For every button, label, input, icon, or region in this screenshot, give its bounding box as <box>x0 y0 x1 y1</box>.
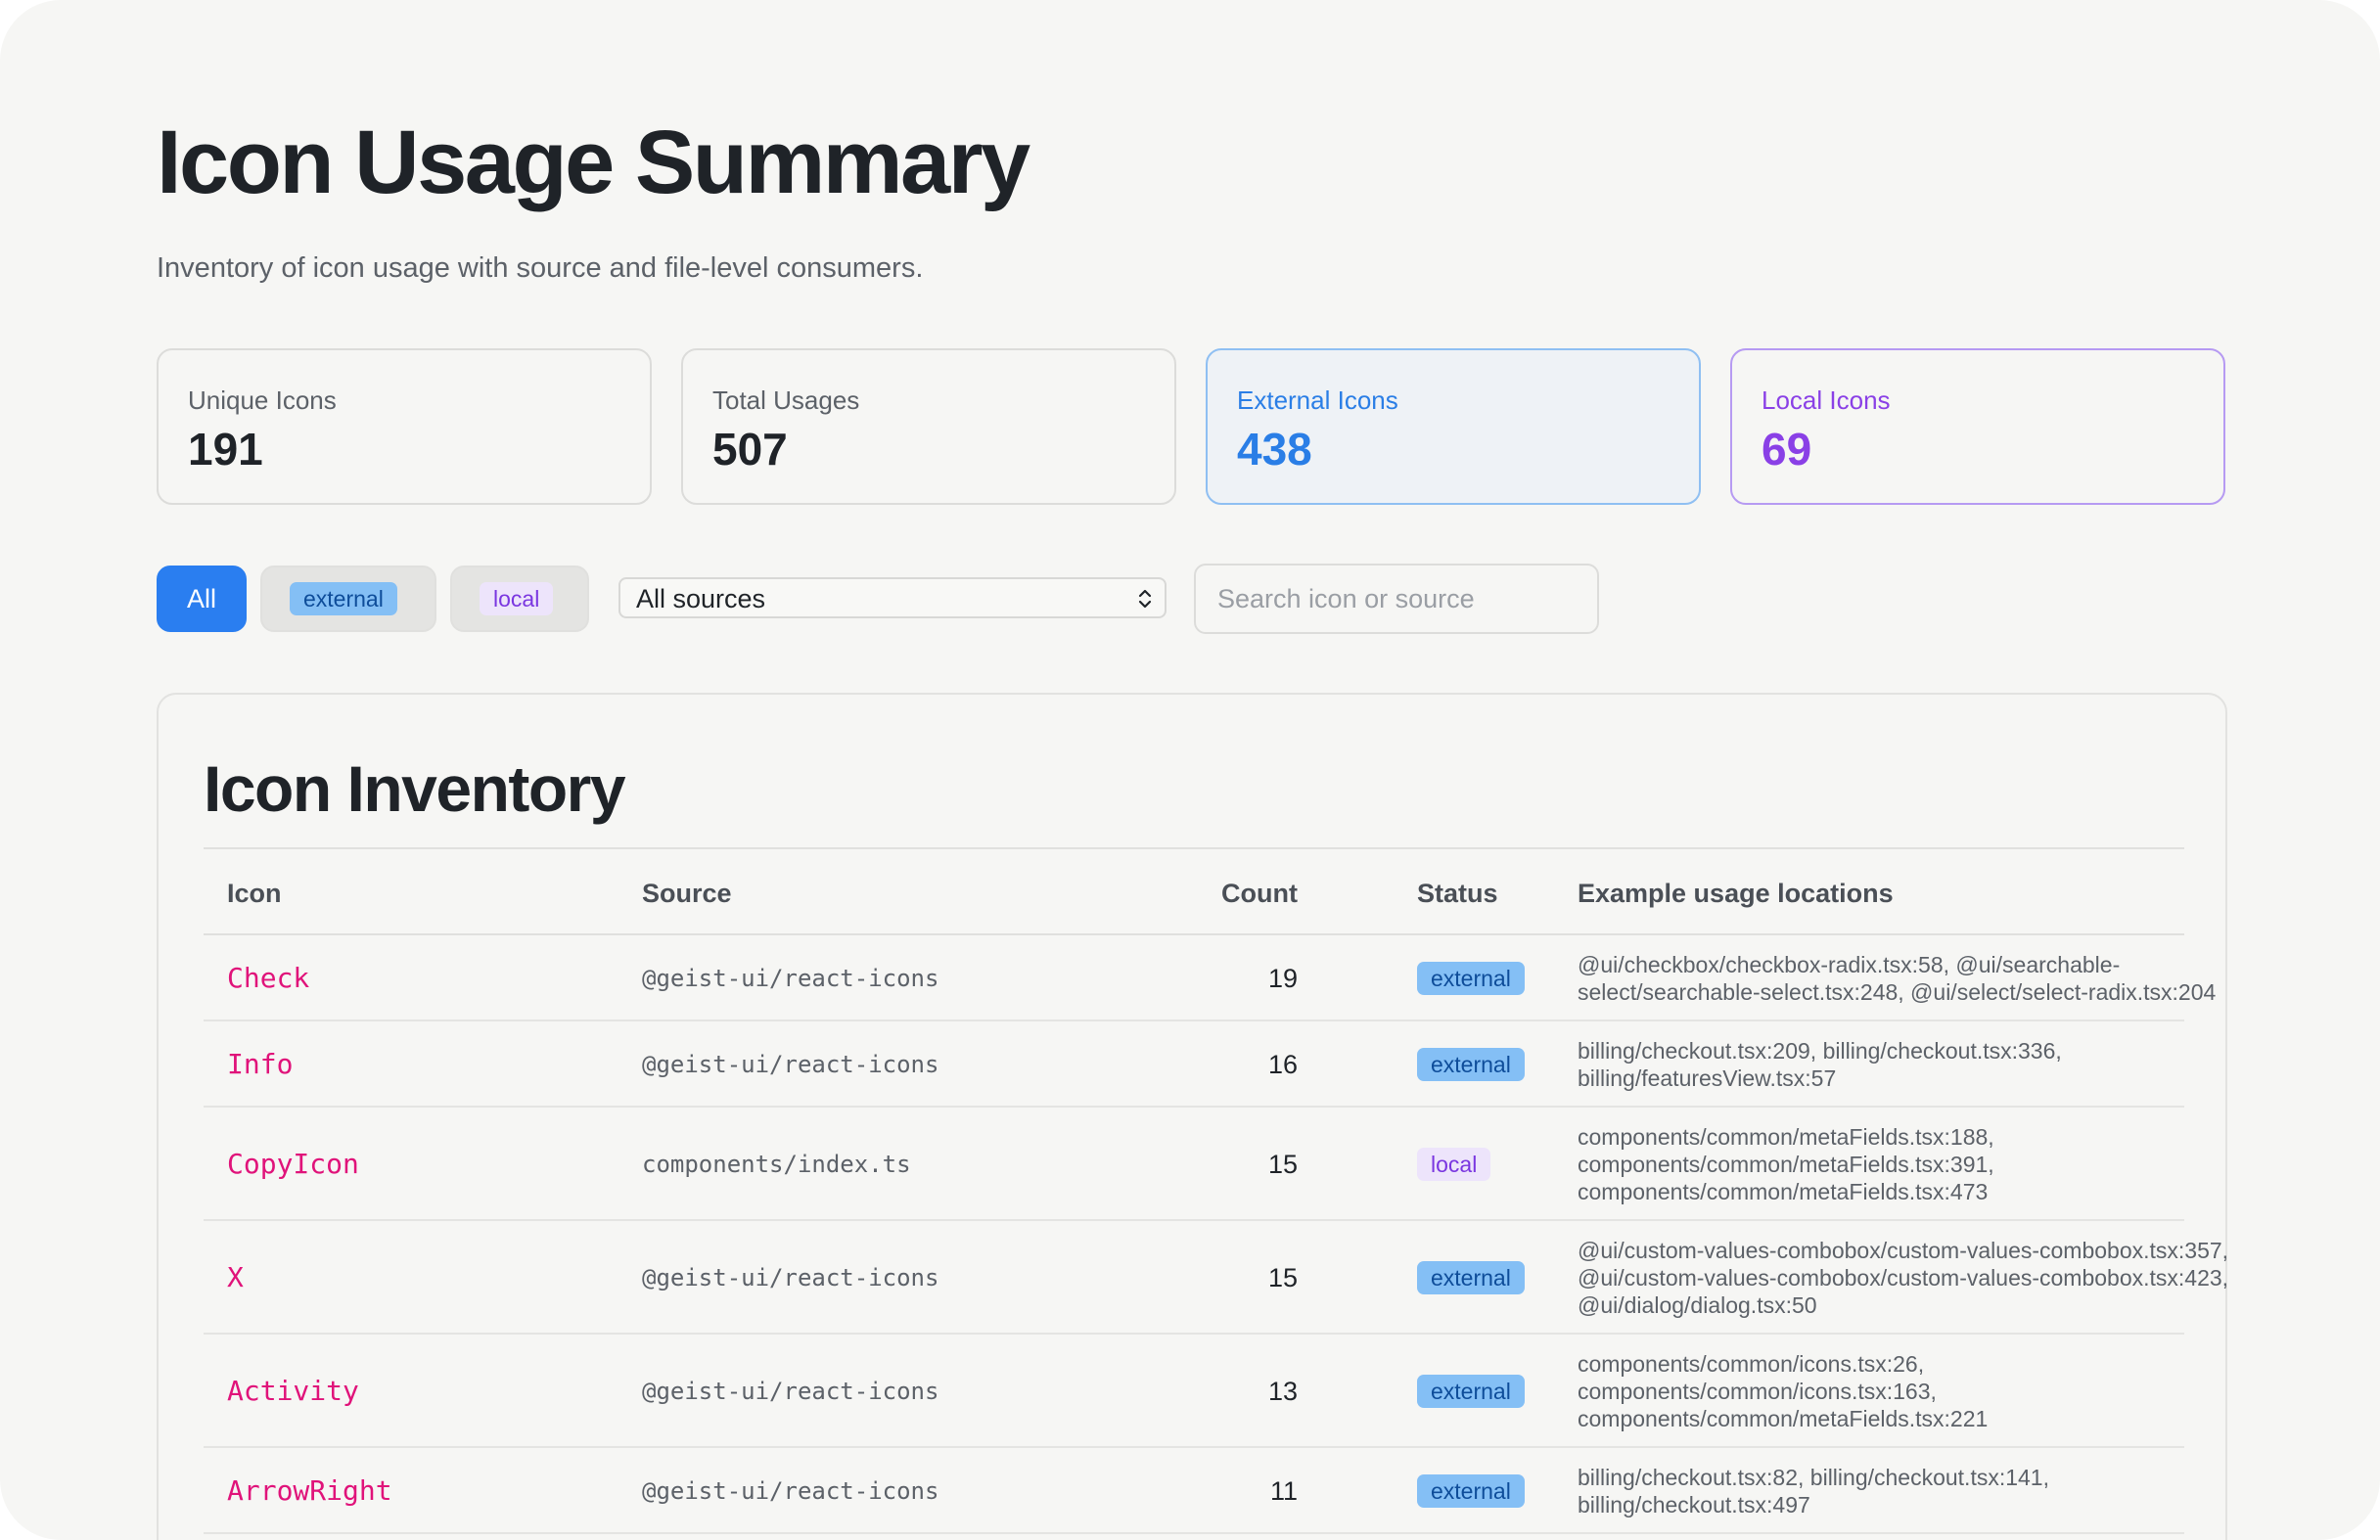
stats-row: Unique Icons 191 Total Usages 507 Extern… <box>157 348 2227 505</box>
usage-locations: billing/checkout.tsx:82, billing/checkou… <box>1578 1464 2204 1518</box>
usage-count: 13 <box>1267 1377 1298 1406</box>
table-header: Icon Source Count Status Example usage l… <box>204 849 2184 935</box>
usage-count: 15 <box>1267 1263 1298 1292</box>
usage-locations: @ui/checkbox/checkbox-radix.tsx:58, @ui/… <box>1578 951 2217 1006</box>
usage-count: 16 <box>1267 1050 1298 1079</box>
status-badge: external <box>1417 1474 1525 1508</box>
icon-source: @geist-ui/react-icons <box>642 1264 939 1291</box>
usage-line: components/common/metaFields.tsx:391, <box>1578 1152 1994 1177</box>
column-header-usage[interactable]: Example usage locations <box>1578 877 2204 910</box>
usage-line: select/searchable-select.tsx:248, @ui/se… <box>1578 979 2217 1005</box>
column-header-icon[interactable]: Icon <box>227 877 282 910</box>
stat-value: 438 <box>1237 424 1312 475</box>
usage-count: 19 <box>1267 964 1298 993</box>
usage-line: @ui/checkbox/checkbox-radix.tsx:58, @ui/… <box>1578 952 2121 977</box>
status-cell: local <box>1417 1148 1491 1181</box>
search-input[interactable] <box>1194 564 1599 634</box>
filter-all-button[interactable]: All <box>157 566 247 632</box>
table-row[interactable]: CopyIcon components/index.ts 15 local co… <box>204 1108 2184 1221</box>
table-row[interactable]: ArrowRight @geist-ui/react-icons 11 exte… <box>204 1448 2184 1534</box>
usage-line: billing/checkout.tsx:209, billing/checko… <box>1578 1038 2062 1064</box>
stat-value: 507 <box>712 424 788 475</box>
source-select-value: All sources <box>636 584 766 613</box>
icon-name: Info <box>227 1048 294 1080</box>
external-badge: external <box>290 582 397 615</box>
status-cell: external <box>1417 1261 1525 1294</box>
usage-locations: components/common/icons.tsx:26, componen… <box>1578 1350 2204 1432</box>
usage-line: components/common/metaFields.tsx:221 <box>1578 1406 1989 1431</box>
column-header-status[interactable]: Status <box>1417 877 1498 910</box>
icon-source: @geist-ui/react-icons <box>642 1378 939 1405</box>
stat-label: External Icons <box>1237 385 1398 415</box>
filter-bar: All external local All sources <box>157 564 2227 634</box>
icon-name: Check <box>227 962 310 994</box>
status-cell: external <box>1417 962 1525 995</box>
usage-line: @ui/dialog/dialog.tsx:50 <box>1578 1292 1817 1318</box>
page-subtitle: Inventory of icon usage with source and … <box>157 252 924 284</box>
icon-inventory-panel: Icon Inventory Icon Source Count Status … <box>157 693 2228 1540</box>
app-window: Icon Usage Summary Inventory of icon usa… <box>0 0 2380 1540</box>
icon-name: CopyIcon <box>227 1148 359 1180</box>
status-badge: external <box>1417 962 1525 995</box>
usage-line: components/common/icons.tsx:163, <box>1578 1379 1937 1404</box>
icon-source: @geist-ui/react-icons <box>642 1477 939 1505</box>
status-badge: local <box>1417 1148 1491 1181</box>
usage-line: billing/featuresView.tsx:57 <box>1578 1065 1837 1091</box>
usage-locations: @ui/custom-values-combobox/custom-values… <box>1578 1237 2229 1319</box>
usage-count: 15 <box>1267 1150 1298 1179</box>
status-cell: external <box>1417 1474 1525 1508</box>
stat-card-local-icons: Local Icons 69 <box>1730 348 2225 505</box>
stat-card-total-usages: Total Usages 507 <box>681 348 1176 505</box>
usage-locations: components/common/metaFields.tsx:188, co… <box>1578 1123 2204 1205</box>
filter-local-button[interactable]: local <box>450 566 589 632</box>
stat-label: Local Icons <box>1762 385 1891 415</box>
source-select[interactable]: All sources <box>618 577 1167 618</box>
status-badge: external <box>1417 1048 1525 1081</box>
usage-line: components/common/icons.tsx:26, <box>1578 1351 1925 1377</box>
stat-card-external-icons: External Icons 438 <box>1206 348 1701 505</box>
panel-title: Icon Inventory <box>204 752 626 825</box>
table-row[interactable]: Check @geist-ui/react-icons 19 external … <box>204 935 2216 1021</box>
stat-card-unique-icons: Unique Icons 191 <box>157 348 652 505</box>
table-row[interactable]: X @geist-ui/react-icons 15 external @ui/… <box>204 1221 2228 1335</box>
status-cell: external <box>1417 1375 1525 1408</box>
stat-label: Total Usages <box>712 385 860 415</box>
status-cell: external <box>1417 1048 1525 1081</box>
chevron-up-down-icon <box>1138 589 1152 609</box>
usage-line: billing/checkout.tsx:497 <box>1578 1492 1810 1517</box>
status-badge: external <box>1417 1261 1525 1294</box>
filter-external-button[interactable]: external <box>260 566 436 632</box>
local-badge: local <box>480 582 554 615</box>
usage-line: billing/checkout.tsx:82, billing/checkou… <box>1578 1465 2049 1490</box>
table-row[interactable]: Activity @geist-ui/react-icons 13 extern… <box>204 1335 2184 1448</box>
icon-source: components/index.ts <box>642 1151 911 1178</box>
column-header-source[interactable]: Source <box>642 877 732 910</box>
page-title: Icon Usage Summary <box>157 113 1030 212</box>
icon-source: @geist-ui/react-icons <box>642 1051 939 1078</box>
usage-line: @ui/custom-values-combobox/custom-values… <box>1578 1238 2229 1263</box>
icon-name: Activity <box>227 1375 359 1407</box>
icon-name: X <box>227 1261 244 1293</box>
usage-line: components/common/metaFields.tsx:188, <box>1578 1124 1994 1150</box>
column-header-count[interactable]: Count <box>1221 877 1298 910</box>
stat-value: 191 <box>188 424 263 475</box>
stat-value: 69 <box>1762 424 1812 475</box>
icon-source: @geist-ui/react-icons <box>642 965 939 992</box>
stat-label: Unique Icons <box>188 385 337 415</box>
icon-name: ArrowRight <box>227 1474 392 1507</box>
status-badge: external <box>1417 1375 1525 1408</box>
usage-line: components/common/metaFields.tsx:473 <box>1578 1179 1989 1204</box>
table-row[interactable]: Info @geist-ui/react-icons 16 external b… <box>204 1021 2184 1108</box>
inventory-table: Icon Source Count Status Example usage l… <box>204 849 2228 1534</box>
usage-line: @ui/custom-values-combobox/custom-values… <box>1578 1265 2229 1291</box>
usage-count: 11 <box>1269 1476 1298 1506</box>
usage-locations: billing/checkout.tsx:209, billing/checko… <box>1578 1037 2204 1092</box>
